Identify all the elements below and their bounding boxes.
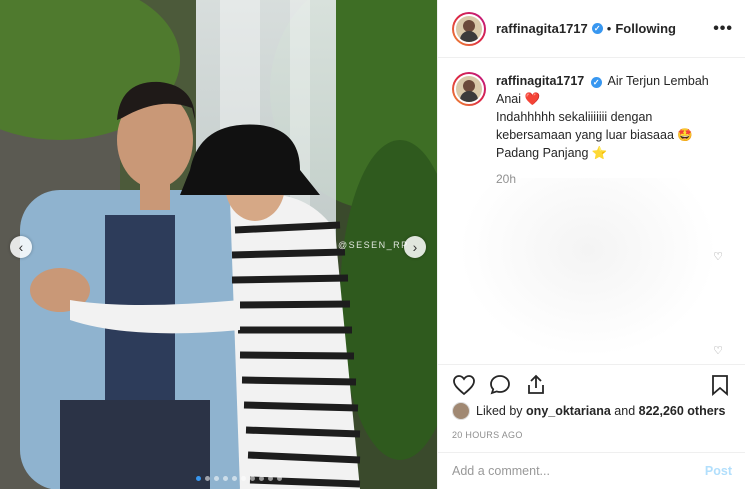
following-button[interactable]: Following — [615, 21, 676, 36]
comment-input[interactable] — [452, 464, 705, 478]
post-photo[interactable]: @SESEN_RP ‹ › — [0, 0, 437, 489]
bookmark-icon[interactable] — [708, 373, 732, 397]
comments-area: raffinagita1717 ✓ Air Terjun Lembah Anai… — [438, 58, 745, 363]
author-avatar[interactable] — [452, 11, 486, 46]
header-separator: • — [606, 21, 612, 36]
carousel-dot — [277, 476, 282, 481]
caption-line-3: Indahhhhh sekaliiiiiii dengan — [496, 110, 653, 124]
caption-text: raffinagita1717 ✓ Air Terjun Lembah Anai… — [496, 72, 731, 162]
carousel-dot — [241, 476, 246, 481]
liker-avatar[interactable] — [452, 402, 470, 420]
avatar-image — [454, 13, 484, 44]
post-timestamp[interactable]: 20 HOURS AGO — [452, 430, 523, 440]
caption-line-4: kebersamaan yang luar biasaaa 🤩 — [496, 128, 693, 142]
carousel-dot — [223, 476, 228, 481]
carousel-dot — [205, 476, 210, 481]
comment-bubble-icon[interactable] — [488, 373, 512, 397]
more-options-button[interactable]: ••• — [713, 20, 733, 38]
chevron-left-icon: ‹ — [18, 239, 24, 255]
faded-comments-placeholder — [458, 178, 718, 358]
post-header: raffinagita1717 ✓ • Following ••• — [438, 0, 745, 58]
caption-line-1: Air Terjun Lembah — [607, 74, 709, 88]
caption-line-2: Anai ❤️ — [496, 92, 541, 106]
chevron-right-icon: › — [412, 239, 418, 255]
caption: raffinagita1717 ✓ Air Terjun Lembah Anai… — [452, 72, 731, 162]
photo-watermark: @SESEN_RP — [338, 240, 409, 250]
post-sidebar: raffinagita1717 ✓ • Following ••• raffin… — [437, 0, 745, 489]
comment-like-icon[interactable]: ♡ — [713, 250, 723, 263]
likes-summary: Liked by ony_oktariana and 822,260 other… — [452, 402, 726, 420]
comment-form: Post — [438, 452, 745, 489]
verified-badge-icon: ✓ — [590, 77, 602, 88]
next-photo-button[interactable]: › — [404, 236, 426, 258]
likes-middle: and — [614, 404, 636, 418]
likes-count[interactable]: 822,260 others — [639, 404, 726, 418]
avatar-image — [454, 74, 484, 104]
verified-badge-icon: ✓ — [591, 23, 603, 34]
action-bar — [438, 364, 745, 404]
carousel-dot — [214, 476, 219, 481]
caption-line-5: Padang Panjang ⭐ — [496, 146, 608, 160]
previous-photo-button[interactable]: ‹ — [10, 236, 32, 258]
caption-username[interactable]: raffinagita1717 — [496, 74, 584, 88]
like-heart-icon[interactable] — [452, 373, 476, 397]
carousel-dot — [196, 476, 201, 481]
comment-like-icon[interactable]: ♡ — [713, 344, 723, 357]
caption-line: raffinagita1717 ✓ Air Terjun Lembah — [496, 72, 731, 90]
likes-prefix: Liked by — [476, 404, 523, 418]
carousel-indicator — [196, 476, 282, 481]
share-icon[interactable] — [524, 373, 548, 397]
carousel-dot — [250, 476, 255, 481]
author-username[interactable]: raffinagita1717 — [496, 21, 588, 36]
carousel-dot — [232, 476, 237, 481]
liker-username[interactable]: ony_oktariana — [526, 404, 611, 418]
caption-avatar[interactable] — [452, 72, 486, 106]
post-comment-button[interactable]: Post — [705, 464, 732, 478]
carousel-dot — [268, 476, 273, 481]
carousel-dot — [259, 476, 264, 481]
